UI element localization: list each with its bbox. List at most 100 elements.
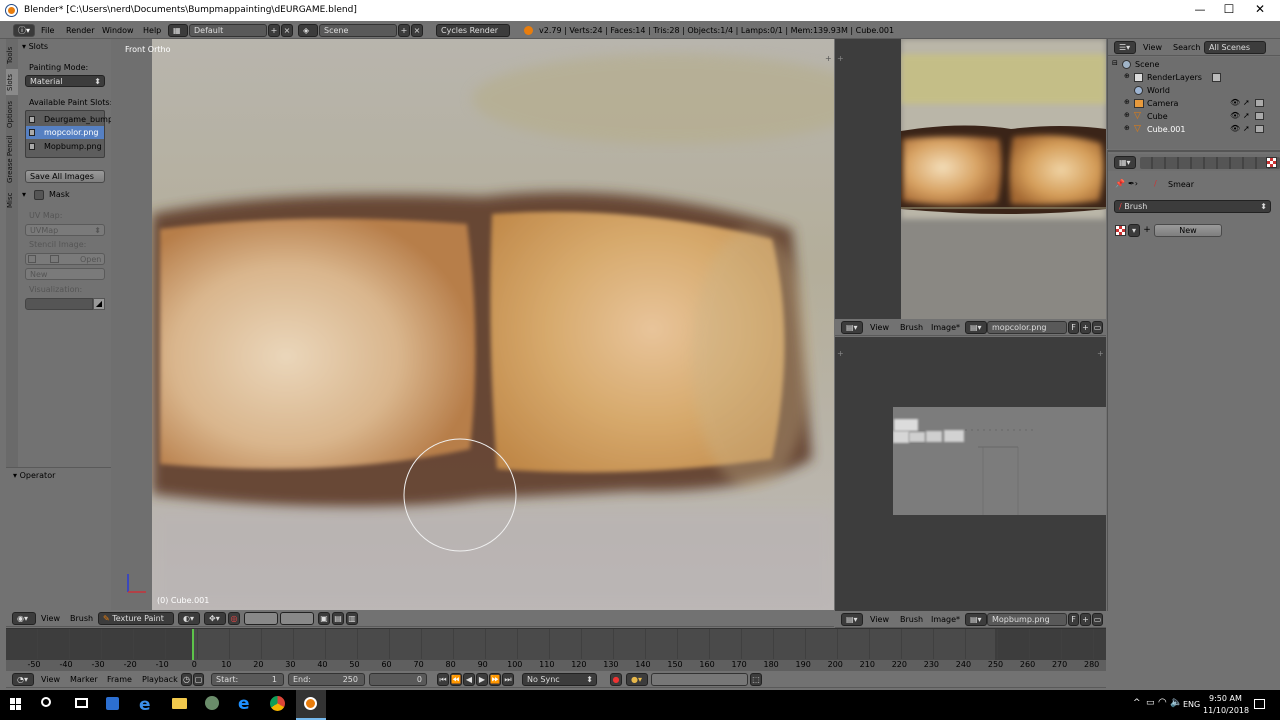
scene-type-icon[interactable]: ◈	[298, 24, 318, 37]
mask-toggle-icon[interactable]: ◎	[228, 612, 240, 625]
wifi-tray-icon[interactable]: ◠	[1158, 697, 1167, 708]
menu-brush[interactable]: Brush	[900, 614, 923, 626]
network-tray-icon[interactable]: ▭	[1146, 698, 1155, 708]
image-name-field[interactable]: mopcolor.png	[987, 321, 1067, 334]
layout-field[interactable]: Default	[189, 24, 267, 37]
menu-file[interactable]: File	[41, 25, 54, 37]
texture-browse-button[interactable]: ▾	[1128, 224, 1140, 237]
layout-remove-button[interactable]: ×	[281, 24, 293, 37]
tree-item-camera[interactable]: ⊕ Camera 👁 ➚	[1112, 98, 1277, 110]
camera-icon[interactable]: ▤	[332, 612, 344, 625]
eyedropper-icon[interactable]: ◢	[93, 298, 105, 310]
add-texture-icon[interactable]: +	[1141, 224, 1153, 237]
keying-set-field[interactable]	[651, 673, 748, 686]
media-player-icon[interactable]	[106, 697, 119, 710]
insert-keyframe-icon[interactable]: ⬚	[750, 673, 762, 686]
menu-frame[interactable]: Frame	[107, 674, 132, 686]
image-editor-top[interactable]: +	[835, 39, 1106, 319]
menu-marker[interactable]: Marker	[70, 674, 98, 686]
fake-user-button[interactable]: F	[1068, 613, 1079, 626]
minimize-button[interactable]: —	[1185, 3, 1215, 16]
tree-item-cube-001[interactable]: ⊕ ▽ Cube.001 👁 ➚	[1112, 124, 1277, 136]
language-indicator[interactable]: ENG	[1183, 700, 1200, 709]
maximize-button[interactable]: ☐	[1214, 2, 1244, 16]
edge-browser-icon[interactable]: e	[139, 695, 151, 715]
open-folder-icon[interactable]	[50, 255, 59, 263]
texture-tab-icon[interactable]	[1266, 157, 1277, 168]
jump-keyframe-forward-button[interactable]: ⏩	[489, 673, 501, 686]
visibility-eye-icon[interactable]: 👁	[1230, 111, 1240, 120]
scene-add-button[interactable]: +	[398, 24, 410, 37]
tab-tools[interactable]: Tools	[6, 43, 18, 67]
menu-image[interactable]: Image*	[931, 614, 960, 626]
render-engine-dropdown[interactable]: Cycles Render	[436, 24, 510, 37]
jump-end-button[interactable]: ⏭	[502, 673, 514, 686]
visibility-eye-icon[interactable]: 👁	[1230, 98, 1240, 107]
editor-type-info-button[interactable]: ⓘ▾	[13, 24, 35, 37]
search-icon[interactable]	[41, 697, 51, 707]
context-tab-row[interactable]	[1140, 157, 1280, 169]
split-handle[interactable]: +	[837, 349, 844, 358]
keying-set-icon[interactable]: ●▾	[626, 673, 648, 686]
menu-window[interactable]: Window	[102, 25, 134, 37]
visualization-color-field[interactable]	[25, 298, 93, 310]
slot-item-mopcolor[interactable]: mopcolor.png	[26, 126, 104, 139]
record-button[interactable]: ●	[610, 673, 622, 686]
menu-search[interactable]: Search	[1173, 42, 1200, 54]
close-button[interactable]: ✕	[1245, 2, 1275, 16]
mode-dropdown[interactable]: ✎ Texture Paint	[98, 612, 174, 625]
new-image-icon[interactable]: +	[1080, 613, 1091, 626]
render-preview-icon[interactable]: ▣	[318, 612, 330, 625]
painting-mode-dropdown[interactable]: Material ⬍	[25, 75, 105, 87]
file-explorer-icon[interactable]	[172, 698, 187, 709]
network-app-icon[interactable]	[205, 696, 219, 710]
scene-remove-button[interactable]: ×	[411, 24, 423, 37]
ie-browser-icon[interactable]: e	[238, 694, 250, 714]
tray-chevron-icon[interactable]: ^	[1133, 698, 1141, 708]
editor-type-image-button[interactable]: ▤▾	[841, 321, 863, 334]
open-image-icon[interactable]: ▭	[1092, 321, 1103, 334]
display-mode-dropdown[interactable]: All Scenes	[1204, 41, 1266, 54]
tree-item-cube[interactable]: ⊕ ▽ Cube 👁 ➚	[1112, 111, 1277, 123]
lock-icon[interactable]: ▢	[193, 673, 204, 686]
brush-panel-header[interactable]: / Brush ⬍	[1114, 200, 1271, 213]
layout-add-button[interactable]: +	[268, 24, 280, 37]
new-image-icon[interactable]: +	[1080, 321, 1091, 334]
menu-view[interactable]: View	[41, 674, 60, 686]
editor-type-timeline-button[interactable]: ◔▾	[12, 673, 34, 686]
tab-grease-pencil[interactable]: Grease Pencil	[6, 133, 18, 185]
tab-slots[interactable]: Slots	[6, 69, 18, 95]
renderable-camera-icon[interactable]	[1255, 112, 1264, 120]
jump-keyframe-back-button[interactable]: ⏪	[450, 673, 462, 686]
shading-dropdown[interactable]: ◐▾	[178, 612, 200, 625]
notifications-icon[interactable]	[1254, 699, 1265, 709]
menu-brush[interactable]: Brush	[900, 322, 923, 334]
pivot-dropdown[interactable]: ✥▾	[204, 612, 226, 625]
slot-item-deurgame-bump[interactable]: Deurgame_bump	[26, 113, 113, 126]
tab-misc[interactable]: Misc	[6, 189, 18, 211]
3d-viewport[interactable]	[152, 39, 834, 610]
selectable-arrow-icon[interactable]: ➚	[1243, 124, 1250, 133]
image-editor-bottom[interactable]: + +	[835, 337, 1106, 611]
menu-view[interactable]: View	[41, 613, 60, 625]
image-canvas-bottom[interactable]	[893, 407, 1106, 515]
layout-type-icon[interactable]: ▦	[168, 24, 188, 37]
play-button[interactable]: ▶	[476, 673, 488, 686]
start-button-icon[interactable]	[10, 698, 22, 710]
selectable-arrow-icon[interactable]: ➚	[1243, 111, 1250, 120]
chrome-browser-icon[interactable]	[270, 696, 285, 711]
image-canvas-top[interactable]	[901, 39, 1106, 319]
menu-help[interactable]: Help	[143, 25, 161, 37]
renderable-camera-icon[interactable]	[1255, 99, 1264, 107]
save-all-images-button[interactable]: Save All Images	[25, 170, 105, 183]
clock-time[interactable]: 9:50 AM	[1209, 694, 1242, 703]
editor-type-outliner-button[interactable]: ☰▾	[1114, 41, 1136, 54]
renderable-camera-icon[interactable]	[1255, 125, 1264, 133]
layers-grid-a[interactable]	[244, 612, 278, 625]
split-handle[interactable]: +	[837, 54, 844, 63]
slots-header[interactable]: ▾ Slots	[22, 42, 48, 52]
sync-dropdown[interactable]: No Sync ⬍	[522, 673, 597, 686]
editor-type-properties-button[interactable]: ▦▾	[1114, 156, 1136, 169]
start-frame-field[interactable]: Start: 1	[211, 673, 284, 686]
task-view-icon[interactable]	[75, 698, 88, 708]
